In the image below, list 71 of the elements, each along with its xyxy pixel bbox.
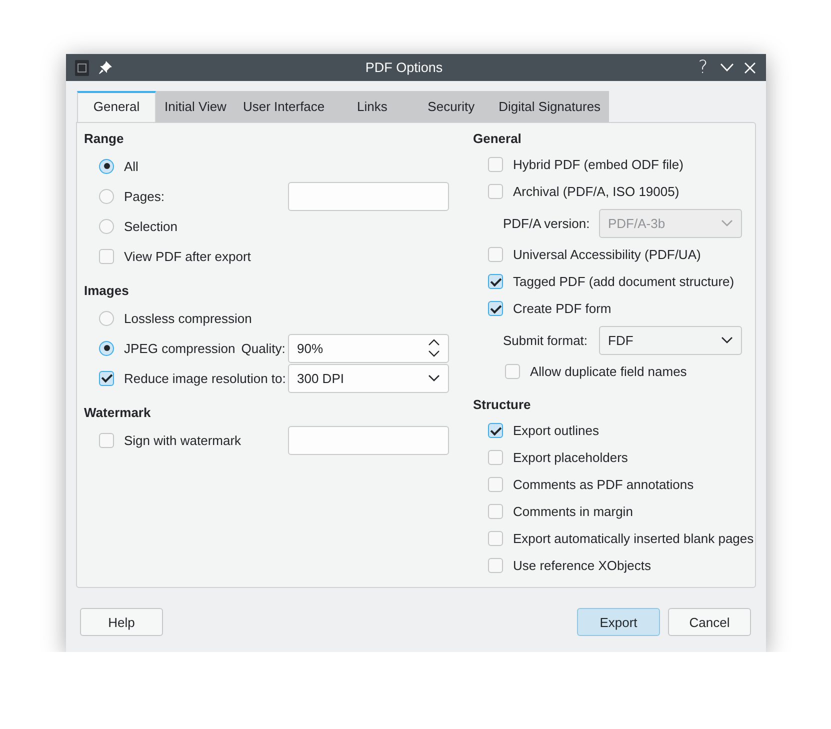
option-label: All [124, 158, 138, 174]
dropdown[interactable]: FDF [599, 326, 742, 354]
checkbox[interactable] [488, 274, 503, 289]
tab[interactable]: Security [412, 91, 491, 122]
app-icon[interactable] [75, 60, 89, 76]
radio-button[interactable] [99, 310, 114, 326]
option-label: Selection [124, 218, 178, 234]
input-field[interactable] [288, 426, 449, 454]
checkbox[interactable] [99, 432, 114, 448]
option-label: Use reference XObjects [513, 558, 652, 573]
help-button[interactable]: ? [696, 57, 710, 78]
option-label: Reduce image resolution to: [124, 370, 286, 386]
tab[interactable]: Links [332, 91, 412, 122]
option-label: JPEG compression [124, 340, 236, 356]
tab[interactable]: User Interface [235, 91, 333, 122]
window-title: PDF Options [364, 60, 444, 75]
chevron-icon [721, 219, 733, 227]
checkbox[interactable] [488, 450, 503, 465]
checkbox[interactable] [488, 301, 503, 316]
dialog-button[interactable]: Help [80, 608, 163, 636]
radio-button[interactable] [99, 158, 114, 174]
option-label: View PDF after export [124, 248, 251, 264]
spin-field[interactable]: 90% [288, 334, 449, 362]
close-icon[interactable] [744, 62, 756, 74]
option-label: Hybrid PDF (embed ODF file) [513, 157, 684, 172]
option-label: Comments as PDF annotations [513, 477, 694, 492]
option-label: Archival (PDF/A, ISO 19005) [513, 184, 680, 199]
option-label: Tagged PDF (add document structure) [513, 274, 734, 289]
checkbox[interactable] [488, 247, 503, 262]
section-heading: General [473, 130, 522, 148]
quality-label: Quality: [241, 340, 286, 356]
checkbox[interactable] [488, 477, 503, 492]
input-field[interactable] [288, 182, 449, 210]
option-label: Sign with watermark [124, 432, 242, 448]
option-label: Export placeholders [513, 450, 628, 465]
checkbox[interactable] [488, 558, 503, 573]
chevron-icon [721, 336, 733, 344]
checkbox[interactable] [488, 184, 503, 199]
tab[interactable]: Initial View [156, 91, 235, 122]
checkbox[interactable] [488, 531, 503, 546]
checkbox[interactable] [505, 364, 520, 379]
checkbox[interactable] [99, 370, 114, 386]
section-heading: Structure [473, 396, 532, 414]
dialog-button[interactable]: Cancel [668, 608, 751, 636]
checkbox[interactable] [99, 248, 114, 264]
option-label: Export outlines [513, 423, 599, 438]
option-label: Lossless compression [124, 310, 252, 326]
radio-button[interactable] [99, 340, 114, 356]
checkbox[interactable] [488, 504, 503, 519]
section-heading: Watermark [84, 404, 152, 422]
option-label: Submit format: [503, 332, 588, 348]
option-label: Comments in margin [513, 504, 633, 519]
checkbox[interactable] [488, 423, 503, 438]
chevron-icon [428, 374, 440, 382]
option-label: Export automatically inserted blank pages [513, 531, 754, 546]
pin-icon[interactable] [99, 61, 112, 74]
radio-button[interactable] [99, 218, 114, 234]
section-heading: Images [84, 282, 130, 300]
option-label: Create PDF form [513, 301, 612, 316]
option-label: Universal Accessibility (PDF/UA) [513, 247, 701, 262]
option-label: Allow duplicate field names [530, 364, 687, 379]
radio-button[interactable] [99, 188, 114, 204]
tab[interactable]: General [77, 91, 156, 122]
tab[interactable]: Digital Signatures [490, 91, 609, 122]
checkbox[interactable] [488, 157, 503, 172]
option-label: Pages: [124, 188, 164, 204]
section-heading: Range [84, 130, 125, 148]
dropdown[interactable]: 300 DPI [288, 364, 449, 392]
option-label: PDF/A version: [503, 216, 590, 230]
minimize-icon[interactable] [720, 63, 734, 72]
dialog-button[interactable]: Export [577, 608, 660, 636]
